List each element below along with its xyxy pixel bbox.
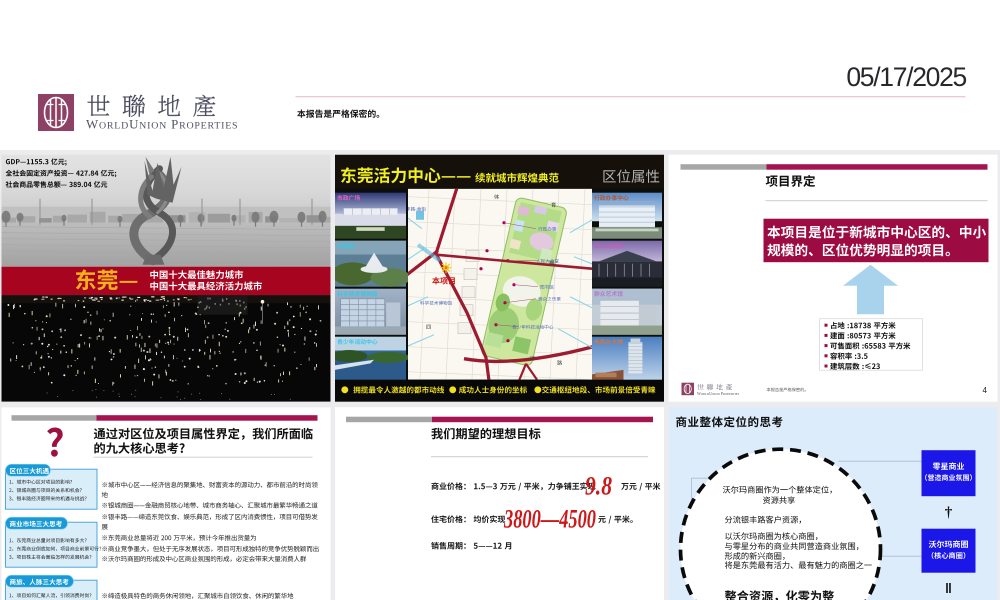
svg-text:4: 4	[983, 386, 988, 395]
svg-text:05/17/2025: 05/17/2025	[846, 62, 966, 92]
svg-text:WORLDUNION PROPERTIES: WORLDUNION PROPERTIES	[86, 118, 238, 132]
svg-text:‖: ‖	[945, 580, 952, 596]
svg-text:9.8: 9.8	[585, 472, 612, 501]
svg-text:†: †	[945, 505, 953, 521]
svg-text:3800—4500: 3800—4500	[503, 505, 596, 534]
svg-text:WORLDUNION PROPERTIES: WORLDUNION PROPERTIES	[697, 391, 740, 396]
